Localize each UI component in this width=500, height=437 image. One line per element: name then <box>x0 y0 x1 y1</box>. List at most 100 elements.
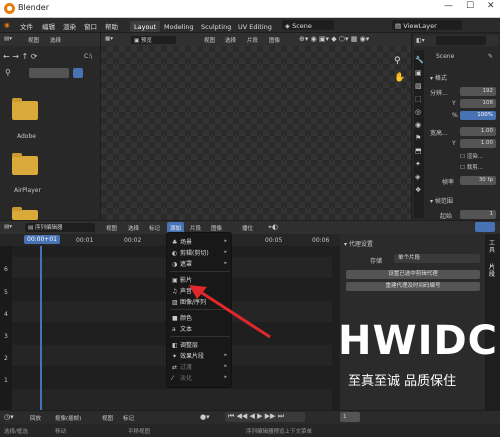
close-button[interactable]: ✕ <box>487 1 495 11</box>
tab-layout[interactable]: Layout <box>130 21 161 32</box>
menu-item-mask[interactable]: ◑ 遮罩 <box>172 259 192 268</box>
menu-item-clip[interactable]: ◐ 剪辑(剪切) <box>172 248 209 257</box>
menu-item-effect-strip[interactable]: ✦ 效果片段 <box>172 351 204 360</box>
preview-canvas[interactable]: ⚲ ✋ <box>101 46 411 220</box>
properties-tabs: 🔧 ▣ ▨ ⬚ ◎ ◉ ⚑ ⬒ ✦ ◈ ❖ <box>414 50 424 218</box>
seq-menu-image[interactable]: 图像 <box>211 224 222 232</box>
timeline-menu-keying[interactable]: 抠像(插帧) <box>55 414 81 422</box>
res-percent-field[interactable]: 100% <box>460 111 496 120</box>
folder-label-adobe[interactable]: Adobe <box>17 133 36 140</box>
tab-strip[interactable]: 片段 <box>489 264 498 278</box>
set-proxy-button[interactable]: 设置已选中剪辑代理 <box>346 270 480 279</box>
file-browser-panel: ← → ↑ ⟳ C:\ ⚲ Adobe AirPlayer <box>0 46 100 220</box>
blender-menu-icon[interactable]: ◉ <box>4 21 10 29</box>
aspect-y-label: Y <box>452 140 456 147</box>
gizmo-icons[interactable]: ⊕▾ ◉ ▣▾ ◆ ⬡▾ ▦ ◉▾ <box>299 35 369 43</box>
maximize-button[interactable]: ☐ <box>466 1 474 11</box>
seq-menu-marker[interactable]: 标记 <box>149 224 160 232</box>
tab-tool[interactable]: 工具 <box>489 240 498 254</box>
editor-type-icon[interactable]: ◧▾ <box>416 37 425 44</box>
filter-icon[interactable] <box>73 68 83 78</box>
filter-row: ⚲ <box>3 68 85 78</box>
viewlayer-selector[interactable]: ▤ ViewLayer <box>392 20 462 30</box>
preview-menu-select[interactable]: 选择 <box>225 36 236 44</box>
pin-icon[interactable]: ✎ <box>488 53 493 60</box>
channel-number: 6 <box>4 266 8 273</box>
start-frame-field[interactable]: 1 <box>460 210 496 219</box>
channel-row[interactable] <box>12 389 332 410</box>
frame-rate-dropdown[interactable]: 30 fp <box>460 176 496 185</box>
menu-window[interactable]: 窗口 <box>84 21 97 31</box>
seq-menu-view[interactable]: 视图 <box>106 224 117 232</box>
view-mode-dropdown[interactable]: ▣ 预览 <box>131 36 176 44</box>
minimize-button[interactable]: — <box>444 1 453 11</box>
overlay-toggle[interactable] <box>475 222 495 232</box>
seq-menu-select[interactable]: 选择 <box>128 224 139 232</box>
folder-icon[interactable] <box>12 98 38 120</box>
fb-menu-select[interactable]: 选择 <box>50 36 61 44</box>
status-context: 序列编辑器预览上下文菜单 <box>246 429 313 435</box>
menu-edit[interactable]: 编辑 <box>42 21 55 31</box>
timeline-menu-playback[interactable]: 回放 <box>30 414 41 422</box>
hand-pan-icon[interactable]: ✋ <box>394 73 405 83</box>
frame-range-panel-title[interactable]: ▾ 帧范围 <box>430 196 453 205</box>
editor-type-icon[interactable]: ▦▾ <box>105 36 113 42</box>
tab-modeling[interactable]: Modeling <box>160 21 198 32</box>
editor-mode-dropdown[interactable]: ▤ 序列编辑器 <box>25 223 95 232</box>
format-panel-title[interactable]: ▾ 格式 <box>430 73 447 82</box>
menu-item-transition[interactable]: ⇄ 过渡 <box>172 362 192 371</box>
nav-arrows[interactable]: ← → ↑ ⟳ <box>3 52 95 62</box>
storage-label: 存储 <box>370 258 383 265</box>
menu-help[interactable]: 帮助 <box>105 21 118 31</box>
menu-item-fade[interactable]: ⁄ 淡化 <box>172 373 192 382</box>
channel-number: 2 <box>4 355 8 362</box>
status-move: 移动 <box>55 429 67 435</box>
current-frame-field[interactable]: 1 <box>340 412 360 422</box>
path-field[interactable]: C:\ <box>84 53 92 60</box>
annotation-arrow <box>189 285 271 339</box>
timeline-menu-marker[interactable]: 标记 <box>123 414 134 422</box>
playhead[interactable] <box>40 246 42 410</box>
fb-menu-view[interactable]: 视图 <box>28 36 39 44</box>
record-button[interactable]: ●▾ <box>200 413 210 421</box>
property-tab-icons[interactable]: 🔧 ▣ ▨ ⬚ ◎ ◉ ⚑ ⬒ ✦ ◈ ❖ <box>415 54 424 197</box>
res-y-field[interactable]: 108 <box>460 99 496 108</box>
render-region-checkbox[interactable]: ☐ 渲染... <box>460 152 483 160</box>
rebuild-proxy-button[interactable]: 重建代理及时间码编号 <box>346 282 480 291</box>
preview-menu-image[interactable]: 图像 <box>269 36 280 44</box>
pivot-dropdown[interactable]: 播位 <box>242 224 253 232</box>
aspect-y-field[interactable]: 1.00 <box>460 139 496 148</box>
watermark-logo: HWIDC <box>338 318 499 364</box>
properties-search[interactable] <box>436 36 486 45</box>
seq-menu-strip[interactable]: 片段 <box>190 224 201 232</box>
timeline-menu-view[interactable]: 视图 <box>102 414 113 422</box>
window-title: Blender <box>18 3 49 12</box>
clock-icon[interactable]: ◷▾ <box>4 413 14 421</box>
search-icon[interactable]: ⚲ <box>5 68 11 77</box>
tab-uv-editing[interactable]: UV Editing <box>234 21 276 32</box>
tab-sculpting[interactable]: Sculpting <box>197 21 235 32</box>
menu-item-scene[interactable]: ♣ 场景 <box>172 237 192 246</box>
folder-icon[interactable] <box>12 207 38 220</box>
proxy-panel-title[interactable]: ▾ 代理设置 <box>344 239 373 248</box>
folder-icon[interactable] <box>12 153 38 175</box>
scene-selector[interactable]: ◈ Scene <box>282 20 334 30</box>
preview-menu-view[interactable]: 视图 <box>204 36 215 44</box>
editor-type-icon[interactable]: ▤▾ <box>4 36 12 42</box>
menu-render[interactable]: 渲染 <box>63 21 76 31</box>
preview-menu-strip[interactable]: 片段 <box>247 36 258 44</box>
zoom-icon[interactable]: ⚲ <box>394 56 401 66</box>
folder-label-airplayer[interactable]: AirPlayer <box>14 187 41 194</box>
menu-file[interactable]: 文件 <box>20 21 33 31</box>
res-x-field[interactable]: 192 <box>460 87 496 96</box>
display-mode-buttons[interactable] <box>29 68 69 78</box>
crop-checkbox[interactable]: ☐ 裁剪... <box>460 163 483 171</box>
playback-controls[interactable]: ⏮ ◀◀ ◀ ▶ ▶▶ ⏭ <box>225 412 305 422</box>
editor-type-icon[interactable]: ▤▾ <box>4 224 12 230</box>
storage-dropdown[interactable]: 单个片段 <box>394 254 480 263</box>
scene-name: Scene <box>436 53 455 60</box>
snap-icon[interactable]: ⌖◐ <box>268 223 278 232</box>
current-time-indicator[interactable]: 00:00+01 <box>24 235 60 244</box>
filebrowser-header: ▤▾ 视图 选择 <box>0 33 100 46</box>
aspect-x-field[interactable]: 1.00 <box>460 127 496 136</box>
